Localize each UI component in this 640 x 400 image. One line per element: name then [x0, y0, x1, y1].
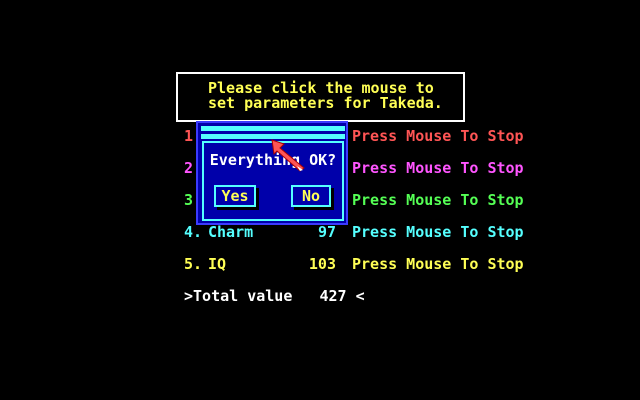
- parameter-name: IQ: [208, 255, 227, 273]
- press-mouse-to-stop[interactable]: Press Mouse To Stop: [352, 255, 524, 273]
- press-mouse-to-stop[interactable]: Press Mouse To Stop: [352, 223, 524, 241]
- press-mouse-to-stop[interactable]: Press Mouse To Stop: [352, 159, 524, 177]
- press-mouse-to-stop[interactable]: Press Mouse To Stop: [352, 127, 524, 145]
- confirm-dialog: Everything OK? Yes No: [196, 121, 348, 225]
- yes-button[interactable]: Yes: [214, 185, 256, 207]
- no-button[interactable]: No: [291, 185, 331, 207]
- total-suffix: <: [355, 287, 365, 305]
- total-value: 427: [319, 287, 347, 305]
- press-mouse-to-stop[interactable]: Press Mouse To Stop: [352, 191, 524, 209]
- total-label: >Total value: [184, 287, 293, 305]
- row-number: 4.: [184, 223, 203, 241]
- row-number: 5.: [184, 255, 203, 273]
- arrow-pointer-icon: [271, 139, 305, 172]
- parameter-name: Charm: [208, 223, 254, 241]
- parameter-value: 103: [308, 255, 336, 273]
- parameter-value: 97: [317, 223, 336, 241]
- dialog-title-stripe: [201, 126, 345, 131]
- message-box: Please click the mouse to set parameters…: [176, 72, 465, 122]
- total-value-line: >Total value 427 <: [184, 288, 365, 304]
- message-line-2: set parameters for Takeda.: [208, 94, 443, 112]
